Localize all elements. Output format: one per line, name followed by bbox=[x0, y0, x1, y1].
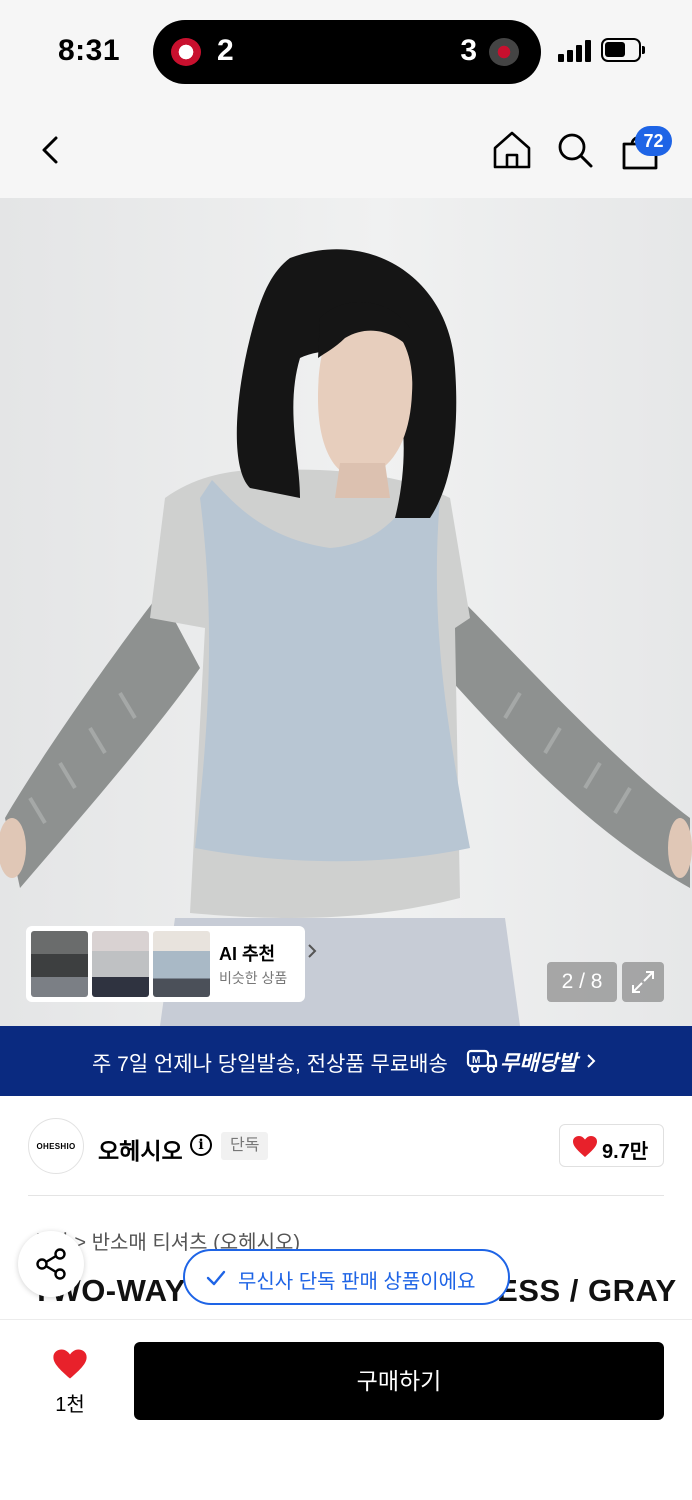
ai-thumb-3[interactable] bbox=[153, 931, 210, 997]
ai-recommendation-card[interactable]: AI 추천 비슷한 상품 bbox=[26, 926, 317, 1002]
signal-icon bbox=[558, 40, 592, 62]
status-time: 8:31 bbox=[58, 34, 121, 67]
toast-text: 무신사 단독 판매 상품이에요 bbox=[238, 1271, 476, 1293]
top-nav: 72 bbox=[0, 104, 692, 198]
brand-like-count: 9.7만 bbox=[602, 1141, 649, 1163]
chevron-right-icon bbox=[587, 1054, 596, 1068]
exclusive-badge: 단독 bbox=[221, 1132, 269, 1160]
ai-thumb-1[interactable] bbox=[31, 931, 88, 997]
delivery-banner[interactable]: 주 7일 언제나 당일발송, 전상품 무료배송 M 무배당발 bbox=[0, 1026, 692, 1096]
product-image-carousel[interactable]: AI 추천 비슷한 상품 2 / 8 bbox=[0, 198, 692, 1026]
search-icon[interactable] bbox=[553, 128, 597, 172]
brand-like-button[interactable]: 9.7만 bbox=[559, 1124, 664, 1167]
svg-text:M: M bbox=[472, 1055, 480, 1066]
ai-thumb-2[interactable] bbox=[92, 931, 149, 997]
cart-count-badge: 72 bbox=[635, 126, 672, 156]
home-icon[interactable] bbox=[490, 128, 534, 172]
image-page-counter: 2 / 8 bbox=[547, 962, 617, 1002]
info-icon[interactable]: i bbox=[190, 1134, 212, 1156]
team-logo-icon bbox=[171, 38, 201, 66]
battery-icon bbox=[601, 38, 645, 62]
ai-card-subtitle: 비슷한 상품 bbox=[219, 970, 288, 986]
score-left: 2 bbox=[217, 34, 234, 67]
like-button[interactable]: 1천 bbox=[40, 1346, 100, 1416]
check-icon bbox=[206, 1270, 226, 1286]
expand-icon bbox=[632, 971, 654, 993]
back-arrow-icon[interactable] bbox=[30, 128, 74, 172]
exclusive-toast: 무신사 단독 판매 상품이에요 bbox=[183, 1249, 510, 1305]
heart-icon bbox=[573, 1136, 597, 1157]
banner-text: 주 7일 언제나 당일발송, 전상품 무료배송 bbox=[92, 1053, 448, 1076]
brand-logo[interactable]: OHESHIO bbox=[28, 1118, 84, 1174]
share-button[interactable] bbox=[18, 1231, 84, 1297]
heart-icon bbox=[53, 1349, 87, 1379]
product-photo bbox=[0, 198, 692, 1026]
score-right: 3 bbox=[460, 34, 477, 67]
delivery-truck-icon: M bbox=[466, 1049, 498, 1073]
bottom-action-bar: 1천 구매하기 bbox=[0, 1319, 692, 1500]
expand-button[interactable] bbox=[622, 962, 664, 1002]
team-logo-icon bbox=[489, 38, 519, 66]
status-bar: 8:31 2 3 bbox=[0, 0, 692, 104]
ai-card-title: AI 추천 bbox=[219, 944, 276, 964]
divider bbox=[28, 1195, 664, 1196]
buy-button[interactable]: 구매하기 bbox=[134, 1342, 664, 1420]
chevron-right-icon bbox=[308, 944, 317, 958]
brand-name[interactable]: 오헤시오 bbox=[98, 1132, 183, 1166]
banner-brand: 무배당발 bbox=[500, 1052, 578, 1075]
live-activity-scoreboard[interactable]: 2 3 bbox=[153, 20, 541, 84]
share-icon bbox=[36, 1248, 66, 1280]
like-count: 1천 bbox=[55, 1394, 85, 1416]
